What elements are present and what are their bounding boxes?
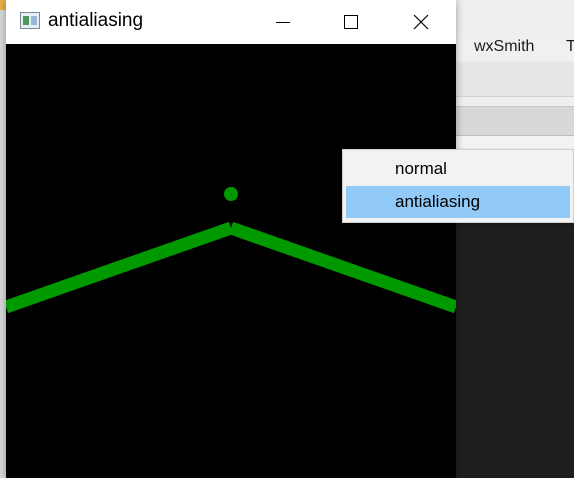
canvas-background [6,44,456,478]
maximize-button[interactable] [328,0,374,44]
close-button[interactable] [398,0,444,44]
close-icon [413,14,429,30]
menu-truncated[interactable]: T [566,38,574,56]
menu-item-normal[interactable]: normal [346,153,570,185]
background-editor [456,222,574,478]
background-toolbar [456,62,574,97]
menu-wxsmith[interactable]: wxSmith [474,38,534,56]
title-bar[interactable]: antialiasing [6,0,456,44]
antialiasing-window: antialiasing [6,0,456,478]
menu-item-antialiasing[interactable]: antialiasing [346,186,570,218]
background-toolbar-secondary [456,106,574,136]
drawing-canvas[interactable] [6,44,456,478]
green-dot [224,187,238,201]
minimize-icon [276,22,290,23]
window-title: antialiasing [48,10,144,31]
app-window-icon [20,12,40,29]
background-menubar: wxSmith T [456,36,574,60]
maximize-icon [344,15,358,29]
minimize-button[interactable] [260,0,306,44]
context-menu: normal antialiasing [342,149,574,223]
